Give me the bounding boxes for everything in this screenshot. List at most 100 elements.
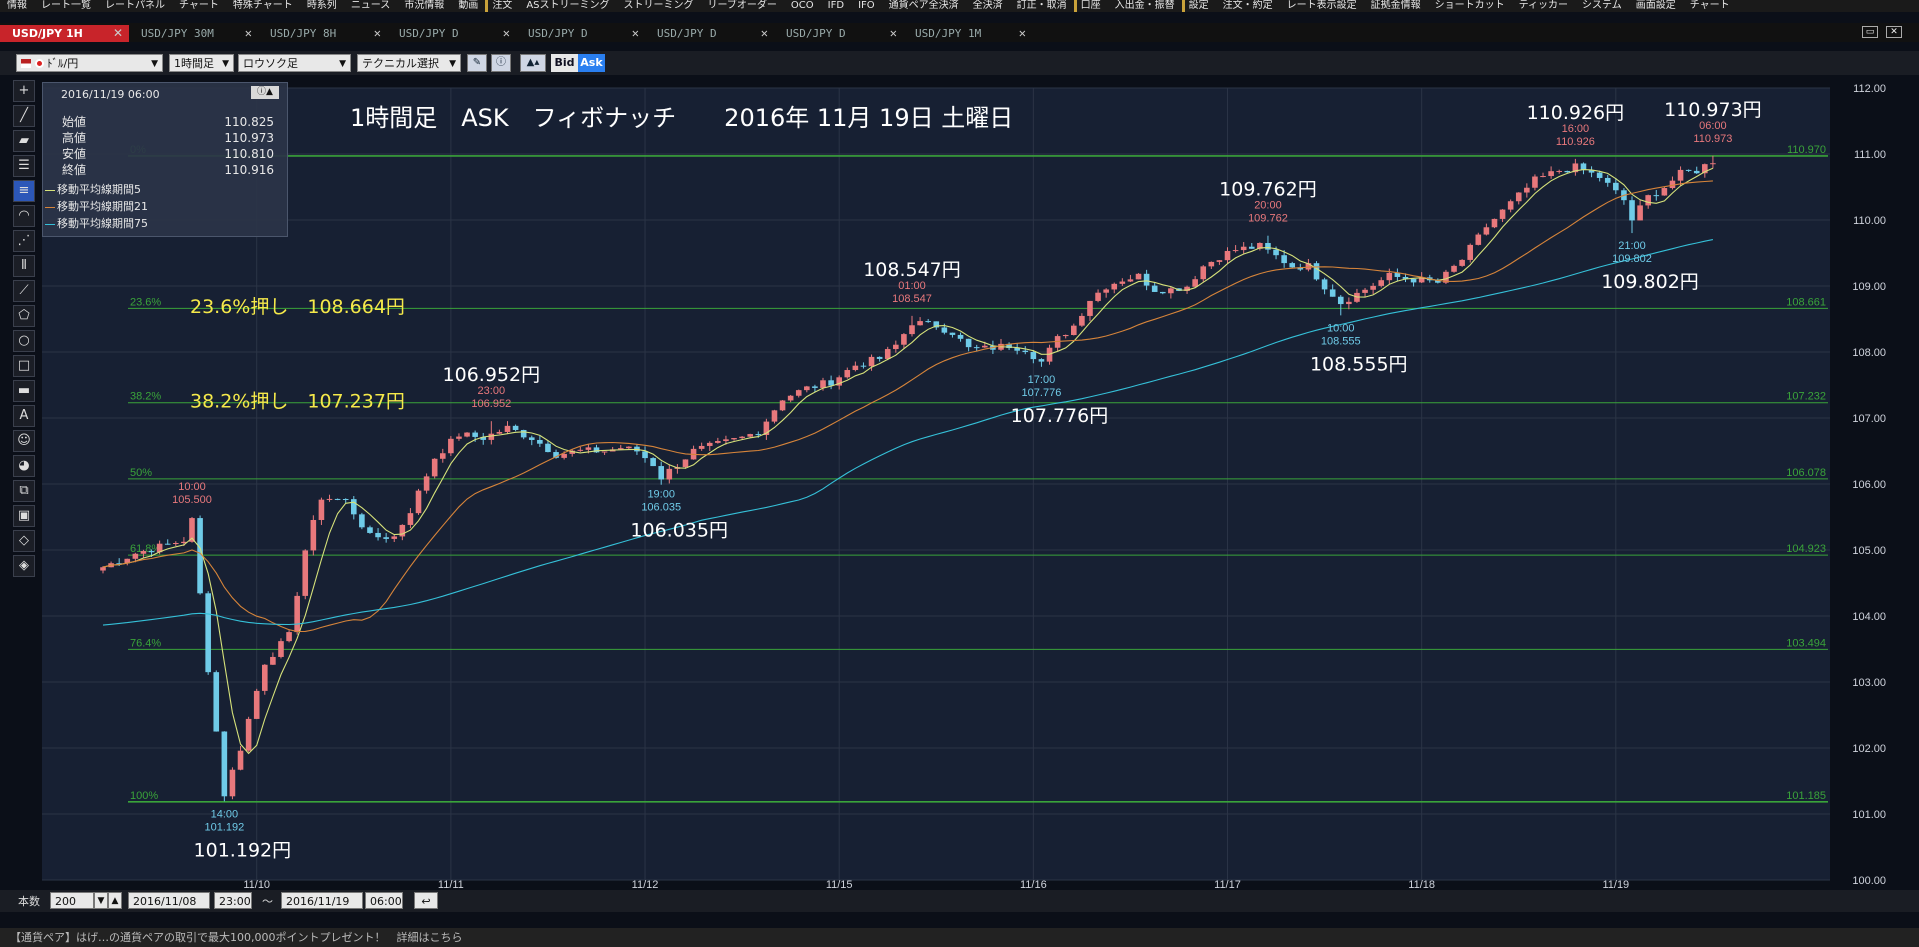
candle-body (1022, 350, 1029, 353)
candle-body (909, 325, 915, 335)
candle-body (1483, 227, 1490, 235)
candle-body (812, 386, 818, 388)
high-time-label: 20:00 (1254, 200, 1282, 212)
candle-body (1475, 234, 1482, 245)
high-time-label: 06:00 (1699, 120, 1727, 132)
candle-body (439, 453, 446, 459)
to-time-input[interactable]: 06:00 (365, 892, 403, 909)
candle-body (1313, 263, 1320, 280)
candle-body (1273, 249, 1279, 256)
candle-body (520, 429, 527, 438)
ma21-swatch (45, 206, 55, 208)
candle-body (221, 731, 228, 797)
candle-body (1677, 169, 1684, 181)
count-up-icon[interactable]: ▲ (108, 892, 122, 909)
candle-body (1669, 180, 1676, 189)
candle-body (1111, 283, 1118, 290)
high-time-label: 23:00 (478, 385, 506, 397)
notice-ticker[interactable]: 【通貨ペア】はげ…の通貨ペアの取引で最大100,000ポイントプレゼント！ 詳細… (0, 928, 1919, 947)
candle-body (925, 321, 931, 323)
candle-body (229, 769, 236, 797)
candle-body (431, 458, 438, 477)
candle-body (1143, 273, 1150, 286)
candle-body (132, 553, 139, 559)
ma5-legend: 移動平均線期間5 (45, 182, 141, 197)
candle-body (860, 365, 867, 367)
fib-value-label: 103.494 (1786, 637, 1826, 649)
candle-body (1613, 182, 1619, 191)
fib-value-label: 110.970 (1787, 144, 1826, 156)
fib-pullback-note: 38.2%押し 107.237円 (190, 390, 405, 412)
candle-body (1556, 170, 1562, 172)
count-down-icon[interactable]: ▼ (94, 892, 108, 909)
candle-body (1103, 289, 1109, 293)
candle-body (537, 439, 543, 444)
fib-pullback-note: 23.6%押し 108.664円 (190, 296, 405, 318)
high-time-label: 01:00 (898, 280, 926, 292)
count-label: 本数 (18, 895, 40, 908)
candle-body (1491, 218, 1498, 228)
high-price-label: 108.547 (892, 293, 932, 305)
candle-body (423, 476, 430, 491)
low-price-label: 109.802 (1612, 253, 1652, 265)
candle-body (1499, 209, 1506, 219)
candle-body (456, 436, 462, 439)
low-time-label: 21:00 (1618, 240, 1646, 252)
info-datetime: 2016/11/19 06:00 (61, 88, 160, 101)
high-annotation: 110.926円 (1527, 102, 1625, 124)
candle-body (383, 537, 389, 539)
candle-body (666, 468, 673, 480)
high-annotation: 110.973円 (1664, 99, 1762, 121)
candle-body (528, 437, 535, 440)
candle-body (164, 543, 171, 545)
candle-body (1168, 288, 1174, 294)
to-date-input[interactable]: 2016/11/19 (281, 892, 363, 909)
from-date-input[interactable]: 2016/11/08 (128, 892, 210, 909)
y-tick-label: 109.00 (1852, 281, 1886, 293)
candle-body (1459, 259, 1465, 266)
candle-body (1095, 292, 1101, 301)
y-tick-label: 108.00 (1852, 347, 1886, 359)
candle-body (577, 449, 584, 451)
fib-pct-label: 23.6% (130, 296, 161, 308)
candle-body (391, 536, 398, 539)
candle-body (1596, 172, 1603, 178)
candle-body (1507, 201, 1514, 210)
chart-title: 1時間足 ASK フィボナッチ 2016年 11月 19日 土曜日 (350, 104, 1013, 132)
y-tick-label: 104.00 (1852, 611, 1886, 623)
candle-body (1337, 296, 1344, 305)
count-input[interactable]: 200 (50, 892, 94, 909)
candle-body (1637, 205, 1643, 221)
candle-body (278, 641, 284, 657)
info-row-close: 終値 110.916 (62, 163, 274, 177)
from-time-input[interactable]: 23:00 (214, 892, 252, 909)
candle-body (1693, 170, 1700, 174)
candle-body (973, 347, 980, 349)
candle-body (965, 338, 972, 348)
candle-body (626, 446, 632, 449)
candle-body (1451, 265, 1457, 272)
candle-body (820, 380, 826, 388)
candle-body (488, 433, 495, 440)
candle-body (1216, 260, 1223, 262)
candle-body (1645, 195, 1651, 206)
candle-body (1346, 301, 1352, 305)
candle-body (1248, 246, 1255, 249)
low-annotation: 108.555円 (1310, 353, 1408, 375)
candle-body (1710, 163, 1716, 165)
candle-body (464, 432, 470, 437)
y-tick-label: 110.00 (1853, 215, 1886, 227)
candle-body (949, 332, 956, 335)
candle-body (1289, 263, 1296, 268)
candle-body (876, 356, 883, 359)
candle-body (731, 438, 737, 440)
return-icon[interactable]: ↩ (414, 892, 438, 909)
y-tick-label: 100.00 (1852, 875, 1886, 887)
panel-toggle-icon[interactable]: ⓘ▲ (251, 86, 279, 99)
candle-body (1071, 325, 1077, 336)
candle-body (496, 431, 503, 434)
fib-value-label: 107.232 (1786, 391, 1826, 403)
candle-body (100, 567, 106, 571)
low-annotation: 106.035円 (630, 520, 728, 542)
candle-body (601, 451, 608, 453)
